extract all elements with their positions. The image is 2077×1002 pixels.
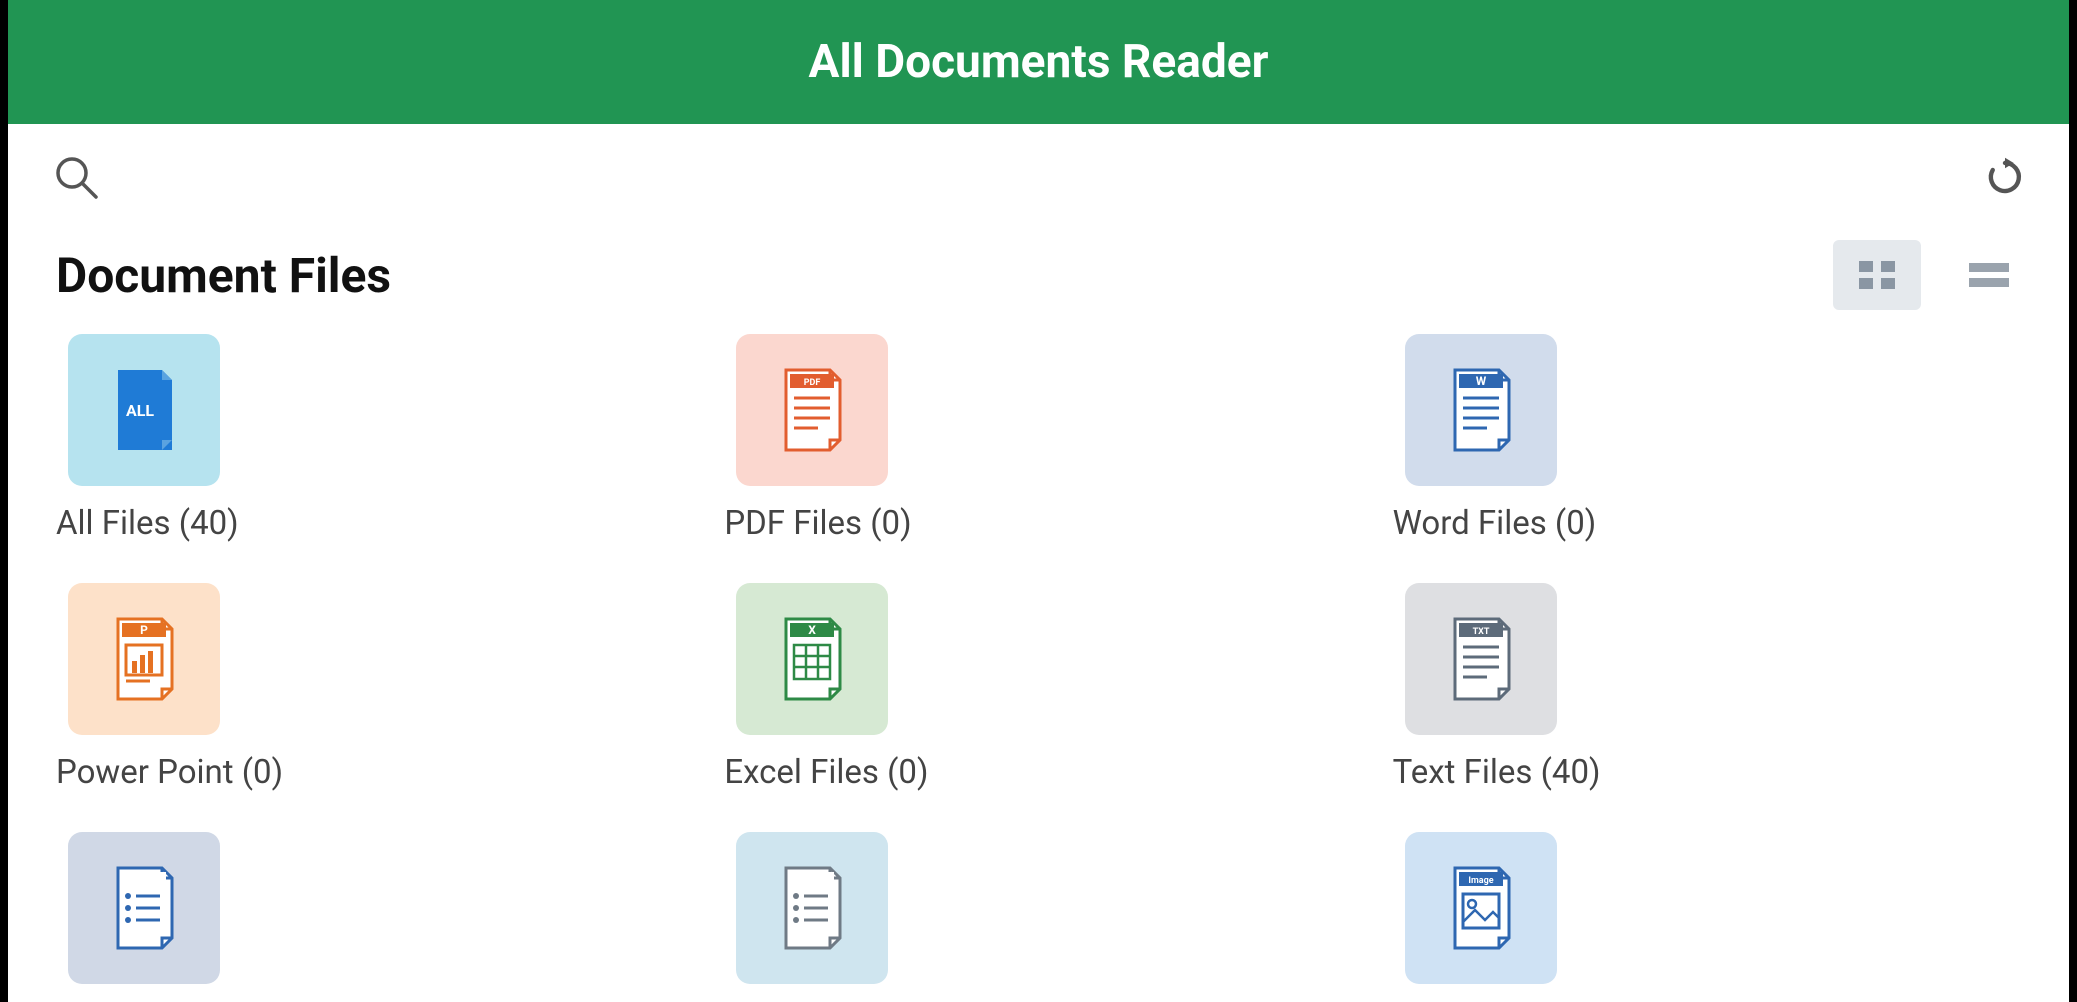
category-tile-rtf: [68, 832, 220, 984]
category-csv[interactable]: [724, 832, 1352, 1002]
category-ppt[interactable]: P Power Point (0): [56, 583, 684, 792]
txt-file-icon: TXT: [1445, 615, 1517, 703]
category-label-pdf: PDF Files (0): [724, 504, 911, 543]
svg-text:TXT: TXT: [1472, 627, 1489, 637]
svg-text:PDF: PDF: [804, 378, 821, 388]
grid-view-icon: [1853, 255, 1901, 295]
category-label-word: Word Files (0): [1393, 504, 1597, 543]
svg-text:ALL: ALL: [126, 401, 154, 420]
svg-text:Image: Image: [1468, 876, 1493, 886]
category-label-xls: Excel Files (0): [724, 753, 928, 792]
list-view-icon: [1965, 255, 2013, 295]
category-xls[interactable]: X Excel Files (0): [724, 583, 1352, 792]
section-title: Document Files: [56, 247, 391, 304]
ppt-file-icon: P: [108, 615, 180, 703]
category-tile-word: W: [1405, 334, 1557, 486]
category-tile-csv: [736, 832, 888, 984]
app-header: All Documents Reader: [8, 0, 2069, 124]
list-view-button[interactable]: [1945, 240, 2033, 310]
category-word[interactable]: W Word Files (0): [1393, 334, 2021, 543]
svg-text:X: X: [809, 623, 817, 637]
category-img[interactable]: Image: [1393, 832, 2021, 1002]
category-txt[interactable]: TXT Text Files (40): [1393, 583, 2021, 792]
category-label-all: All Files (40): [56, 504, 239, 543]
refresh-icon: [1984, 156, 2026, 198]
refresh-button[interactable]: [1977, 149, 2033, 205]
category-tile-txt: TXT: [1405, 583, 1557, 735]
view-toggle: [1833, 240, 2033, 310]
pdf-file-icon: PDF: [776, 366, 848, 454]
svg-text:P: P: [140, 623, 148, 637]
section-header: Document Files: [8, 240, 2069, 310]
grid-view-button[interactable]: [1833, 240, 1921, 310]
img-file-icon: Image: [1445, 864, 1517, 952]
category-label-txt: Text Files (40): [1393, 753, 1601, 792]
app-title: All Documents Reader: [809, 35, 1269, 89]
csv-file-icon: [776, 864, 848, 952]
rtf-file-icon: [108, 864, 180, 952]
category-tile-xls: X: [736, 583, 888, 735]
category-grid: ALL All Files (40) PDF PDF Files (0) W W…: [8, 334, 2069, 1002]
xls-file-icon: X: [776, 615, 848, 703]
category-tile-ppt: P: [68, 583, 220, 735]
category-rtf[interactable]: [56, 832, 684, 1002]
app-frame: All Documents Reader Document Files: [8, 0, 2069, 1002]
word-file-icon: W: [1445, 366, 1517, 454]
search-icon: [52, 153, 100, 201]
category-tile-pdf: PDF: [736, 334, 888, 486]
category-label-ppt: Power Point (0): [56, 753, 283, 792]
category-tile-all: ALL: [68, 334, 220, 486]
all-file-icon: ALL: [108, 366, 180, 454]
svg-text:W: W: [1475, 374, 1486, 388]
category-pdf[interactable]: PDF PDF Files (0): [724, 334, 1352, 543]
category-tile-img: Image: [1405, 832, 1557, 984]
toolbar: [8, 124, 2069, 230]
search-button[interactable]: [48, 149, 104, 205]
category-all[interactable]: ALL All Files (40): [56, 334, 684, 543]
